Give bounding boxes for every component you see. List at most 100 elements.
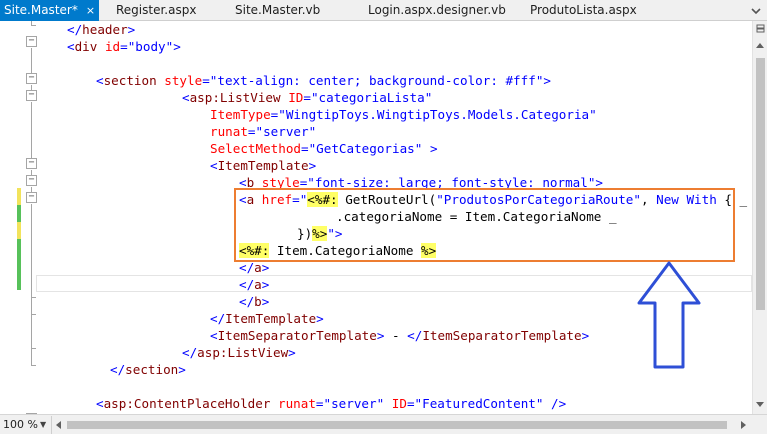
collapse-icon[interactable]: −: [26, 175, 37, 186]
markup-delimiter: ": [424, 90, 433, 105]
code-line-19: <ItemSeparatorTemplate> - </ItemSeparato…: [210, 327, 589, 344]
horizontal-scroll-thumb[interactable]: [67, 421, 727, 429]
tag-name: ItemSeparatorTemplate: [422, 328, 582, 343]
tag-name: section: [103, 73, 157, 88]
unsaved-change-bar: [17, 222, 21, 239]
scroll-down-icon[interactable]: [756, 402, 764, 407]
document-tab-bar: Site.Master* × Register.aspx Site.Master.…: [0, 0, 767, 21]
code-line-2: <div id="body">: [67, 38, 181, 55]
markup-delimiter: </: [407, 328, 423, 343]
markup-delimiter: =": [406, 396, 423, 411]
scroll-left-icon[interactable]: [56, 421, 61, 429]
tag-name: asp:ContentPlaceHolder: [103, 396, 271, 411]
outline-guide: [31, 314, 32, 348]
markup-delimiter: </: [239, 260, 255, 275]
markup-delimiter: >: [127, 22, 136, 37]
scroll-up-icon[interactable]: [756, 43, 764, 48]
tab-produtolista-aspx[interactable]: ProdutoLista.aspx: [530, 0, 637, 21]
up-arrow-annotation-icon: [637, 261, 701, 369]
tag-name: a: [254, 260, 262, 275]
tab-overflow-dropdown-icon[interactable]: [745, 0, 767, 21]
attribute-name: style: [164, 73, 203, 88]
markup-delimiter: =": [247, 124, 264, 139]
tab-login-aspx-designer-vb[interactable]: Login.aspx.designer.vb: [368, 0, 506, 21]
markup-delimiter: ": [589, 107, 597, 122]
attribute-name: ID: [391, 396, 407, 411]
code-editor[interactable]: − − − − − − − </header> <div id="body"> …: [0, 21, 752, 414]
tag-name: asp:ListView: [189, 90, 281, 105]
collapse-icon[interactable]: −: [26, 73, 37, 84]
tag-name: section: [125, 362, 179, 377]
close-tab-icon[interactable]: ×: [86, 4, 95, 17]
vertical-scroll-thumb[interactable]: [756, 58, 765, 310]
zoom-level-dropdown[interactable]: 100 % ▼: [0, 416, 52, 434]
code-line-1: </header>: [67, 21, 135, 38]
code-line-9: <ItemTemplate>: [210, 157, 316, 174]
editor-bottom-bar: 100 % ▼: [0, 414, 767, 434]
attribute-name: id: [104, 39, 121, 54]
attribute-value: WingtipToys.WingtipToys.Models.Categoria: [285, 107, 590, 122]
chevron-down-icon[interactable]: ▼: [40, 416, 46, 434]
outline-guide: [31, 297, 32, 314]
markup-delimiter: >: [261, 260, 270, 275]
tag-name: ItemTemplate: [225, 311, 317, 326]
outline-guide: [31, 348, 32, 365]
markup-delimiter: =": [202, 73, 218, 88]
code-line-6: ItemType="WingtipToys.WingtipToys.Models…: [210, 106, 597, 123]
tab-label: Login.aspx.designer.vb: [368, 3, 506, 17]
scroll-right-icon[interactable]: [741, 421, 746, 429]
collapse-icon[interactable]: −: [26, 158, 37, 169]
tag-name: a: [254, 277, 262, 292]
markup-delimiter: >: [581, 328, 590, 343]
tab-register-aspx[interactable]: Register.aspx: [116, 0, 196, 21]
markup-delimiter: ">: [535, 73, 551, 88]
outline-guide: [31, 48, 32, 73]
collapse-icon[interactable]: −: [26, 192, 37, 203]
tag-name: b: [254, 294, 262, 309]
outline-guide: [31, 204, 32, 297]
zoom-level: 100 %: [3, 418, 38, 431]
code-line-8: SelectMethod="GetCategorias" >: [210, 140, 438, 157]
attribute-value: server: [331, 396, 377, 411]
attribute-value: text-align: center; background-color: #f…: [217, 73, 536, 88]
code-line-17: </b>: [239, 293, 269, 310]
highlighted-code-block: [234, 188, 735, 262]
markup-delimiter: =": [303, 90, 319, 105]
tab-label: Site.Master.vb: [235, 3, 321, 17]
markup-delimiter: >: [308, 158, 317, 173]
markup-delimiter: =": [120, 39, 136, 54]
attribute-name: runat: [278, 396, 316, 411]
vertical-scrollbar[interactable]: [752, 21, 767, 414]
code-line-21: </section>: [110, 361, 186, 378]
markup-delimiter: ">: [165, 39, 181, 54]
markup-delimiter: />: [551, 396, 567, 411]
collapse-icon[interactable]: −: [26, 36, 37, 47]
tab-site-master-vb[interactable]: Site.Master.vb: [235, 0, 320, 21]
attribute-name: SelectMethod: [210, 141, 301, 156]
attribute-name: ItemType: [210, 107, 271, 122]
tag-name: header: [82, 22, 128, 37]
code-line-16: </a>: [239, 276, 269, 293]
markup-delimiter: >: [261, 277, 270, 292]
markup-delimiter: </: [110, 362, 126, 377]
tab-label: ProdutoLista.aspx: [530, 3, 637, 17]
outline-end: [31, 25, 36, 26]
tag-name: ItemTemplate: [217, 158, 309, 173]
markup-delimiter: >: [316, 311, 324, 326]
tab-site-master[interactable]: Site.Master* ×: [0, 0, 100, 21]
code-line-23: <asp:ContentPlaceHolder runat="server" I…: [96, 395, 566, 412]
outline-guide: [31, 102, 32, 158]
split-view-icon[interactable]: [753, 21, 767, 35]
collapse-icon[interactable]: −: [26, 90, 37, 101]
markup-delimiter: >: [178, 362, 186, 377]
attribute-value: categoriaLista: [318, 90, 425, 105]
markup-delimiter: </: [67, 22, 83, 37]
markup-delimiter: ": [308, 124, 317, 139]
attribute-value: body: [135, 39, 166, 54]
indicator-margin: [0, 21, 18, 414]
markup-delimiter: >: [261, 294, 270, 309]
tab-label: Register.aspx: [116, 3, 197, 17]
markup-delimiter: </: [210, 311, 226, 326]
